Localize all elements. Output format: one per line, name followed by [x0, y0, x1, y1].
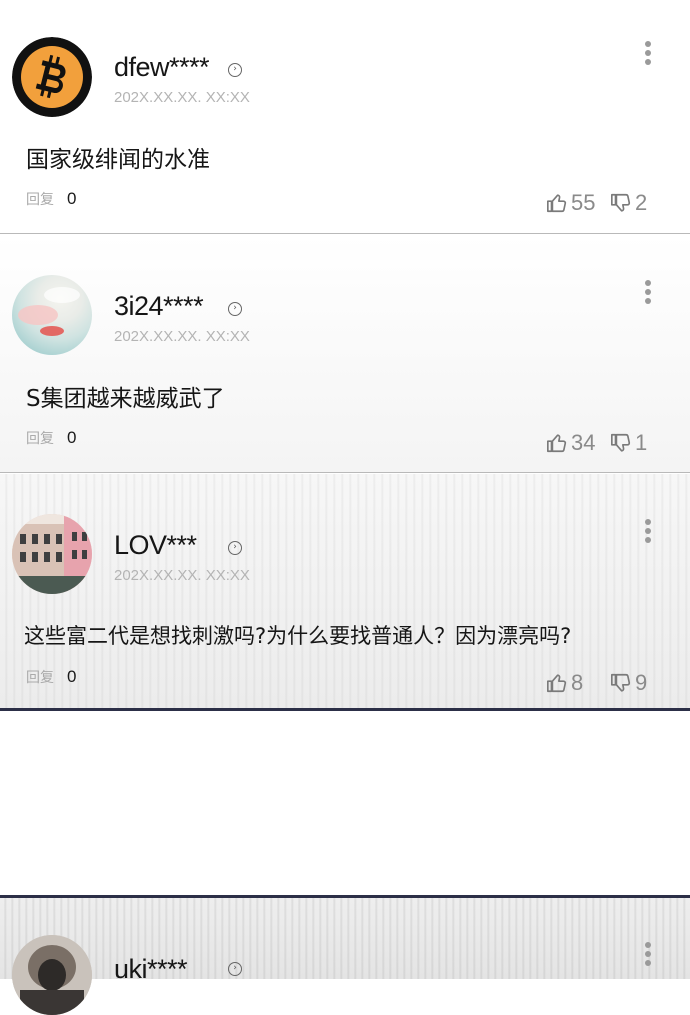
thumbs-up-icon	[547, 674, 567, 693]
timestamp: 202X.XX.XX. XX:XX	[114, 567, 250, 584]
thumbs-down-icon	[611, 433, 631, 452]
chevron-right-icon[interactable]: ›	[228, 302, 242, 316]
avatar[interactable]	[12, 37, 92, 117]
reply-button[interactable]: 回复	[26, 428, 54, 448]
like-button[interactable]: 34	[546, 430, 595, 456]
thumbs-down-icon	[611, 673, 631, 692]
thumbs-down-icon	[611, 193, 631, 212]
comment-card: dfew**** › 202X.XX.XX. XX:XX 国家级绯闻的水准 回复…	[0, 0, 690, 234]
thumbs-up-icon	[547, 434, 567, 453]
like-count: 8	[571, 670, 584, 695]
bitcoin-logo-icon	[12, 37, 92, 117]
pink-building-photo	[12, 514, 92, 594]
chevron-right-icon[interactable]: ›	[228, 63, 242, 77]
more-vertical-icon[interactable]	[642, 519, 654, 549]
dislike-button[interactable]: 2	[610, 190, 647, 216]
comment-card: LOV*** › 202X.XX.XX. XX:XX 这些富二代是想找刺激吗?为…	[0, 474, 690, 711]
thumbs-up-icon	[547, 194, 567, 213]
reply-count: 0	[67, 428, 77, 447]
dislike-count: 1	[635, 430, 648, 455]
blank-panel-gap	[0, 714, 690, 895]
username[interactable]: 3i24****	[114, 291, 204, 322]
comment-text: 这些富二代是想找刺激吗?为什么要找普通人？因为漂亮吗?	[24, 624, 572, 648]
chevron-right-icon[interactable]: ›	[228, 541, 242, 555]
like-button[interactable]: 55	[546, 190, 595, 216]
like-button[interactable]: 8	[546, 670, 583, 696]
comment-text: S集团越来越威武了	[26, 386, 225, 412]
dislike-button[interactable]: 9	[610, 670, 647, 696]
comment-card: 3i24**** › 202X.XX.XX. XX:XX S集团越来越威武了 回…	[0, 235, 690, 473]
timestamp: 202X.XX.XX. XX:XX	[114, 328, 250, 345]
more-vertical-icon[interactable]	[642, 942, 654, 972]
hooded-person-photo	[12, 935, 92, 1015]
reply-count: 0	[67, 667, 77, 686]
dislike-count: 9	[635, 670, 648, 695]
comment-text: 国家级绯闻的水准	[26, 147, 210, 173]
pastel-abstract-photo	[18, 287, 80, 336]
username[interactable]: uki****	[114, 954, 188, 985]
dislike-count: 2	[635, 190, 648, 215]
avatar[interactable]	[12, 514, 92, 594]
reply-button[interactable]: 回复	[26, 667, 54, 687]
comment-card: uki**** ›	[0, 895, 690, 1015]
chevron-right-icon[interactable]: ›	[228, 962, 242, 976]
more-vertical-icon[interactable]	[642, 280, 654, 310]
reply-button[interactable]: 回复	[26, 189, 54, 209]
dislike-button[interactable]: 1	[610, 430, 647, 456]
avatar[interactable]	[12, 935, 92, 1015]
like-count: 55	[571, 190, 596, 215]
like-count: 34	[571, 430, 596, 455]
more-vertical-icon[interactable]	[642, 41, 654, 71]
avatar[interactable]	[12, 275, 92, 355]
username[interactable]: dfew****	[114, 52, 210, 83]
username[interactable]: LOV***	[114, 530, 197, 561]
reply-count: 0	[67, 189, 77, 208]
timestamp: 202X.XX.XX. XX:XX	[114, 89, 250, 106]
